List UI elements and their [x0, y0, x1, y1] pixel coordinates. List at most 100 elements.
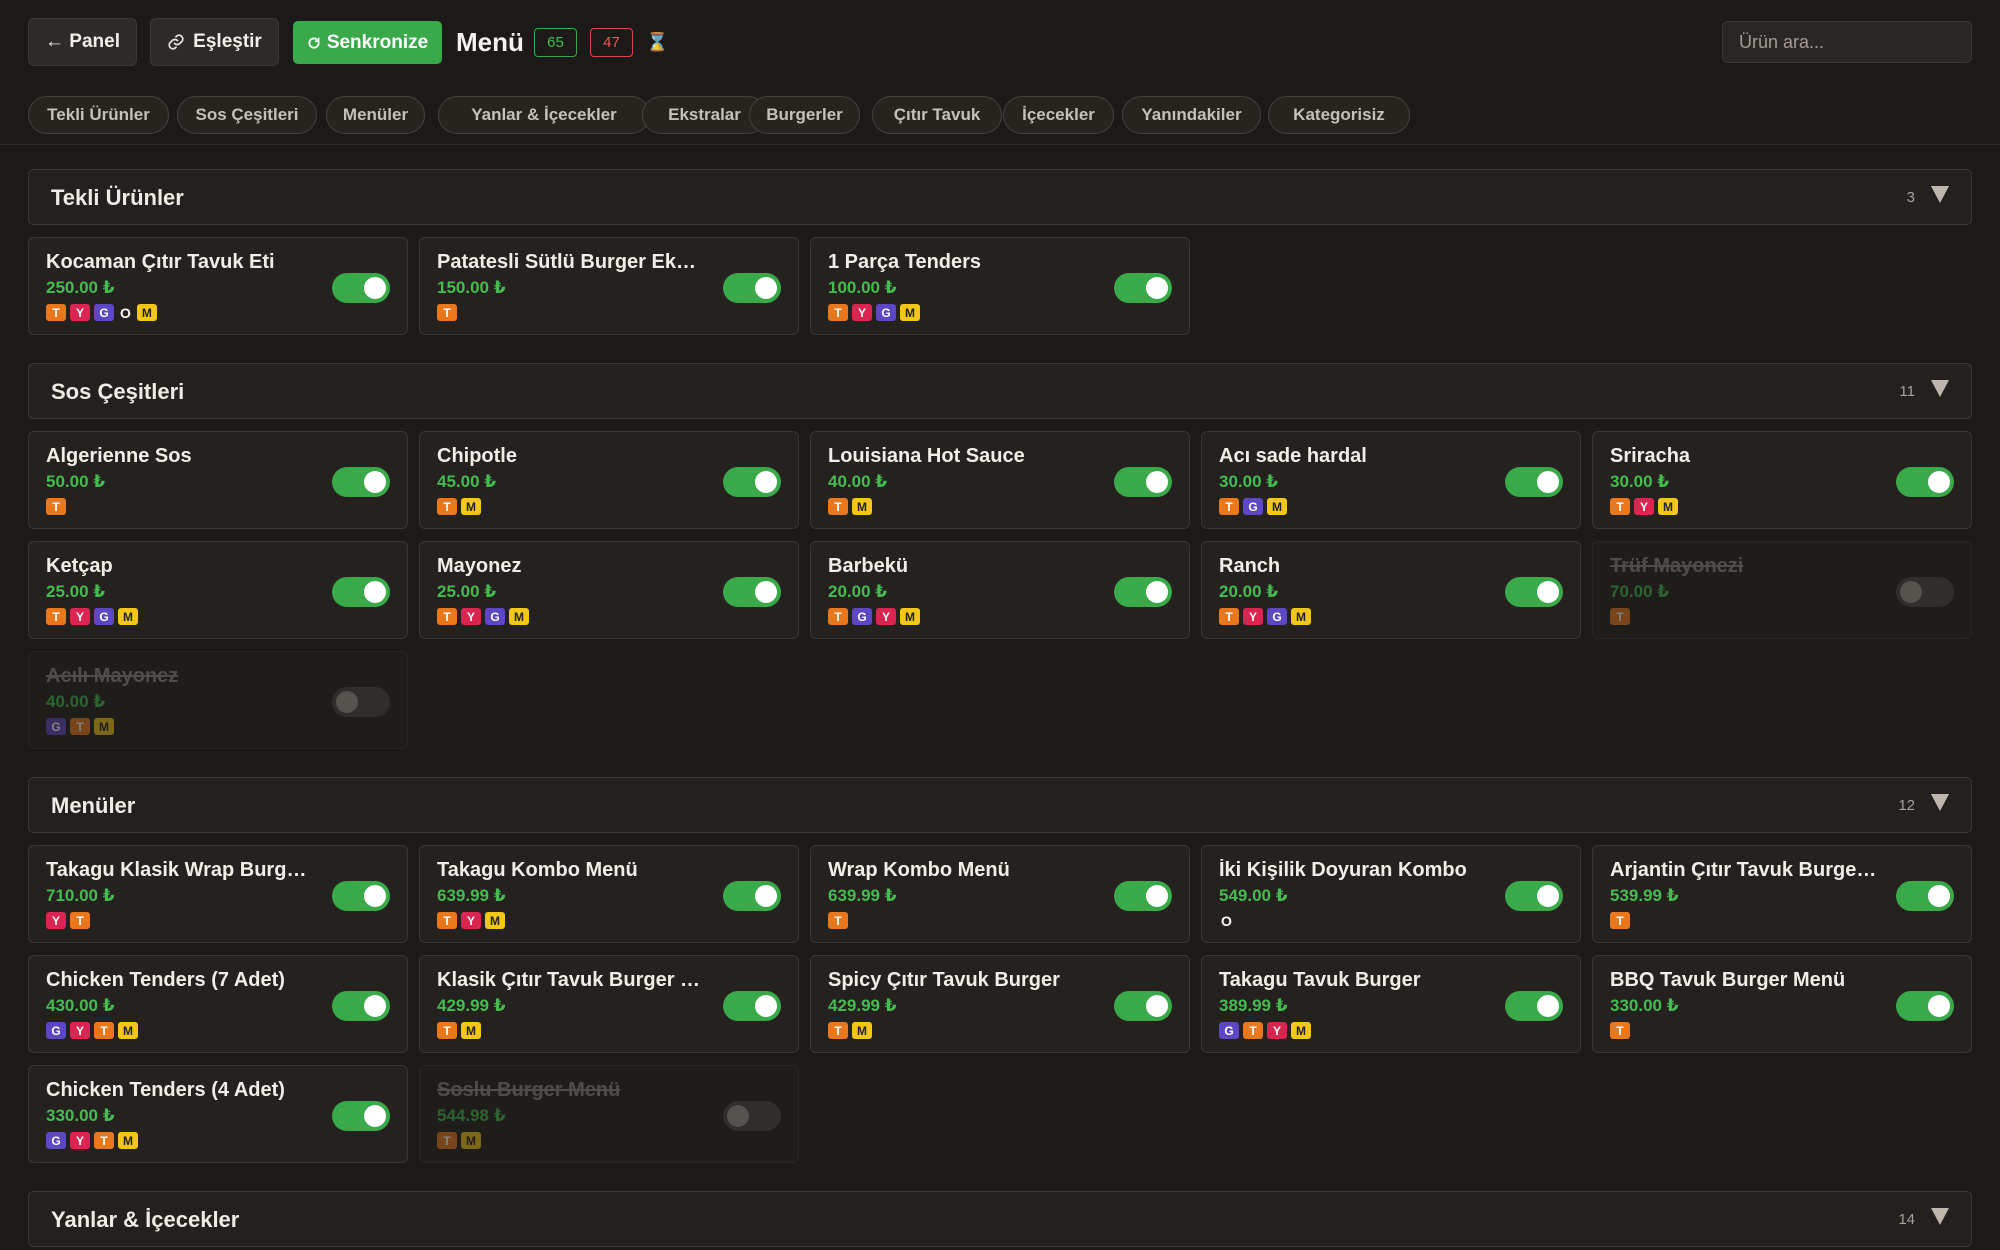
tab-burgerler[interactable]: Burgerler: [749, 96, 860, 134]
availability-toggle[interactable]: [332, 577, 390, 607]
product-name: Algerienne Sos: [46, 445, 192, 467]
allergen-tags: TGM: [1219, 498, 1287, 515]
availability-toggle[interactable]: [1896, 577, 1954, 607]
product-card[interactable]: Ranch 20.00 ₺ TYGM: [1201, 541, 1581, 639]
product-card[interactable]: Spicy Çıtır Tavuk Burger 429.99 ₺ TM: [810, 955, 1190, 1053]
availability-toggle[interactable]: [1114, 881, 1172, 911]
product-card[interactable]: Acı sade hardal 30.00 ₺ TGM: [1201, 431, 1581, 529]
product-card[interactable]: Acılı Mayonez 40.00 ₺ GTM: [28, 651, 408, 749]
product-card[interactable]: Chicken Tenders (7 Adet) 430.00 ₺ GYTM: [28, 955, 408, 1053]
tab-kategorisiz[interactable]: Kategorisiz: [1268, 96, 1410, 134]
tab-menuler[interactable]: Menüler: [326, 96, 425, 134]
toggle-knob: [755, 995, 777, 1017]
product-card[interactable]: Patatesli Sütlü Burger Ekmeği 150.00 ₺ T: [419, 237, 799, 335]
availability-toggle[interactable]: [1505, 991, 1563, 1021]
allergen-tag: G: [1243, 498, 1263, 515]
product-name: Chipotle: [437, 445, 517, 467]
allergen-tag: M: [852, 1022, 872, 1039]
product-name: Trüf Mayonezi: [1610, 555, 1744, 577]
availability-toggle[interactable]: [332, 467, 390, 497]
availability-toggle[interactable]: [1114, 991, 1172, 1021]
chevron-down-icon[interactable]: [1931, 380, 1949, 397]
chevron-down-icon[interactable]: [1931, 1208, 1949, 1225]
section-header-menuler[interactable]: Menüler 12: [28, 777, 1972, 833]
allergen-tags: T: [1610, 1022, 1630, 1039]
availability-toggle[interactable]: [1896, 991, 1954, 1021]
tab-yanlar-icecekler[interactable]: Yanlar & İçecekler: [438, 96, 650, 134]
product-search-input[interactable]: [1722, 21, 1972, 63]
allergen-tag: O: [1221, 912, 1232, 929]
availability-toggle[interactable]: [332, 687, 390, 717]
chevron-down-icon[interactable]: [1931, 186, 1949, 203]
availability-toggle[interactable]: [723, 1101, 781, 1131]
section-title: Yanlar & İçecekler: [51, 1207, 240, 1232]
section-item-count: 3: [1906, 189, 1915, 206]
availability-toggle[interactable]: [723, 273, 781, 303]
product-card[interactable]: Louisiana Hot Sauce 40.00 ₺ TM: [810, 431, 1190, 529]
product-card[interactable]: Soslu Burger Menü 544.98 ₺ TM: [419, 1065, 799, 1163]
product-card[interactable]: Takagu Kombo Menü 639.99 ₺ TYM: [419, 845, 799, 943]
product-name: Klasik Çıtır Tavuk Burger Menü: [437, 969, 707, 991]
product-price: 20.00 ₺: [1219, 582, 1279, 601]
availability-toggle[interactable]: [332, 273, 390, 303]
tab-yanindakiler[interactable]: Yanındakiler: [1122, 96, 1261, 134]
product-card[interactable]: Wrap Kombo Menü 639.99 ₺ T: [810, 845, 1190, 943]
availability-toggle[interactable]: [1114, 273, 1172, 303]
product-card[interactable]: BBQ Tavuk Burger Menü 330.00 ₺ T: [1592, 955, 1972, 1053]
availability-toggle[interactable]: [1505, 577, 1563, 607]
section-header-yanlar-icecekler[interactable]: Yanlar & İçecekler 14: [28, 1191, 1972, 1247]
availability-toggle[interactable]: [723, 991, 781, 1021]
product-card[interactable]: İki Kişilik Doyuran Kombo 549.00 ₺ O: [1201, 845, 1581, 943]
availability-toggle[interactable]: [1896, 881, 1954, 911]
toolbar-divider: [0, 144, 2000, 145]
product-card[interactable]: Klasik Çıtır Tavuk Burger Menü 429.99 ₺ …: [419, 955, 799, 1053]
product-price: 30.00 ₺: [1610, 472, 1670, 491]
product-card[interactable]: Kocaman Çıtır Tavuk Eti 250.00 ₺ TYGOM: [28, 237, 408, 335]
product-card[interactable]: Trüf Mayonezi 70.00 ₺ T: [1592, 541, 1972, 639]
product-card[interactable]: 1 Parça Tenders 100.00 ₺ TYGM: [810, 237, 1190, 335]
allergen-tag: T: [1610, 608, 1630, 625]
tab-tekli-urunler[interactable]: Tekli Ürünler: [28, 96, 169, 134]
tab-sos-cesitleri[interactable]: Sos Çeşitleri: [177, 96, 317, 134]
product-card[interactable]: Sriracha 30.00 ₺ TYM: [1592, 431, 1972, 529]
availability-toggle[interactable]: [723, 467, 781, 497]
toggle-knob: [364, 995, 386, 1017]
product-card[interactable]: Takagu Klasik Wrap Burger Menü 710.00 ₺ …: [28, 845, 408, 943]
availability-toggle[interactable]: [332, 881, 390, 911]
product-card[interactable]: Mayonez 25.00 ₺ TYGM: [419, 541, 799, 639]
tab-icecekler[interactable]: İçecekler: [1003, 96, 1114, 134]
allergen-tags: TYM: [437, 912, 505, 929]
section-header-tekli-urunler[interactable]: Tekli Ürünler 3: [28, 169, 1972, 225]
availability-toggle[interactable]: [332, 991, 390, 1021]
sync-button[interactable]: Senkronize: [293, 21, 442, 64]
allergen-tags: GTYM: [1219, 1022, 1311, 1039]
allergen-tags: TYGM: [46, 608, 138, 625]
availability-toggle[interactable]: [1505, 881, 1563, 911]
availability-toggle[interactable]: [1896, 467, 1954, 497]
pair-button[interactable]: Eşleştir: [150, 18, 279, 66]
back-to-panel-button[interactable]: ← Panel: [28, 18, 137, 66]
product-card[interactable]: Chicken Tenders (4 Adet) 330.00 ₺ GYTM: [28, 1065, 408, 1163]
availability-toggle[interactable]: [723, 881, 781, 911]
product-name: Patatesli Sütlü Burger Ekmeği: [437, 251, 707, 273]
product-card[interactable]: Chipotle 45.00 ₺ TM: [419, 431, 799, 529]
product-name: Louisiana Hot Sauce: [828, 445, 1025, 467]
allergen-tags: GYTM: [46, 1022, 138, 1039]
availability-toggle[interactable]: [1114, 577, 1172, 607]
availability-toggle[interactable]: [723, 577, 781, 607]
availability-toggle[interactable]: [1114, 467, 1172, 497]
toggle-knob: [1537, 885, 1559, 907]
chevron-down-icon[interactable]: [1931, 794, 1949, 811]
product-card[interactable]: Barbekü 20.00 ₺ TGYM: [810, 541, 1190, 639]
toggle-knob: [755, 277, 777, 299]
availability-toggle[interactable]: [1505, 467, 1563, 497]
allergen-tag: T: [46, 304, 66, 321]
availability-toggle[interactable]: [332, 1101, 390, 1131]
product-card[interactable]: Arjantin Çıtır Tavuk Burger Menü 539.99 …: [1592, 845, 1972, 943]
section-header-sos-cesitleri[interactable]: Sos Çeşitleri 11: [28, 363, 1972, 419]
product-card[interactable]: Algerienne Sos 50.00 ₺ T: [28, 431, 408, 529]
tab-citir-tavuk[interactable]: Çıtır Tavuk: [872, 96, 1002, 134]
allergen-tag: M: [118, 1022, 138, 1039]
product-card[interactable]: Ketçap 25.00 ₺ TYGM: [28, 541, 408, 639]
product-card[interactable]: Takagu Tavuk Burger 389.99 ₺ GTYM: [1201, 955, 1581, 1053]
